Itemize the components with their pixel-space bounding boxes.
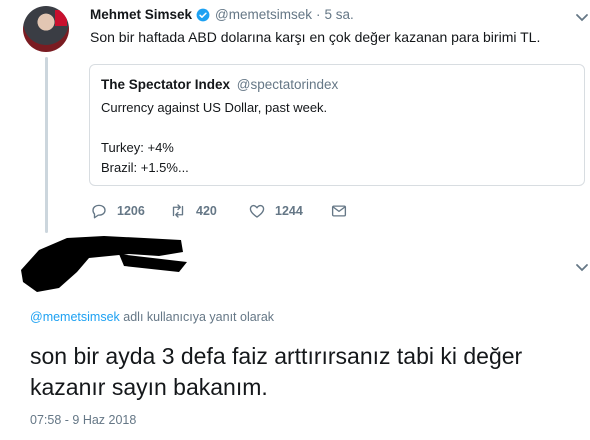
quoted-tweet-header: The Spectator Index @spectatorindex bbox=[101, 77, 338, 92]
retweet-count: 420 bbox=[196, 204, 217, 218]
quoted-tweet-card[interactable]: The Spectator Index @spectatorindex Curr… bbox=[89, 64, 585, 186]
like-icon bbox=[249, 204, 265, 218]
reply-to-suffix: adlı kullanıcıya yanıt olarak bbox=[119, 310, 275, 324]
quoted-author-name: The Spectator Index bbox=[101, 77, 231, 92]
chevron-down-icon[interactable] bbox=[574, 259, 590, 275]
reply-to-mention[interactable]: @memetsimsek bbox=[30, 310, 120, 324]
reply-count: 1206 bbox=[117, 204, 145, 218]
tweet-header: Mehmet Simsek @memetsimsek · 5 sa. bbox=[90, 7, 354, 22]
redacted-author-scribble bbox=[21, 236, 187, 292]
quoted-text-line: Brazil: +1.5%... bbox=[101, 160, 189, 175]
retweet-button[interactable]: 420 bbox=[169, 202, 217, 220]
direct-message-button[interactable] bbox=[330, 202, 357, 220]
thread-line bbox=[45, 57, 48, 233]
quoted-text-line: Currency against US Dollar, past week. bbox=[101, 100, 328, 115]
reply-button[interactable]: 1206 bbox=[90, 202, 145, 220]
quoted-text-line: Turkey: +4% bbox=[101, 140, 174, 155]
message-icon bbox=[331, 205, 347, 217]
author-name[interactable]: Mehmet Simsek bbox=[90, 7, 192, 22]
quoted-author-handle: @spectatorindex bbox=[236, 77, 339, 92]
reply-context: @memetsimsek adlı kullanıcıya yanıt olar… bbox=[30, 310, 274, 324]
verified-icon bbox=[196, 8, 210, 21]
tweet-text: Son bir haftada ABD dolarına karşı en ço… bbox=[90, 29, 541, 45]
reply-text: son bir ayda 3 defa faiz arttırırsanız t… bbox=[30, 343, 523, 400]
tweet-time[interactable]: 5 sa. bbox=[325, 7, 354, 22]
like-button[interactable]: 1244 bbox=[248, 202, 303, 220]
separator-dot: · bbox=[316, 7, 321, 22]
like-count: 1244 bbox=[275, 204, 303, 218]
retweet-icon bbox=[172, 204, 184, 218]
flag-icon bbox=[55, 10, 67, 26]
author-handle[interactable]: @memetsimsek bbox=[215, 7, 312, 22]
reply-icon bbox=[92, 204, 106, 219]
reply-timestamp[interactable]: 07:58 - 9 Haz 2018 bbox=[30, 413, 136, 427]
author-avatar[interactable] bbox=[23, 6, 69, 52]
chevron-down-icon[interactable] bbox=[574, 9, 590, 25]
